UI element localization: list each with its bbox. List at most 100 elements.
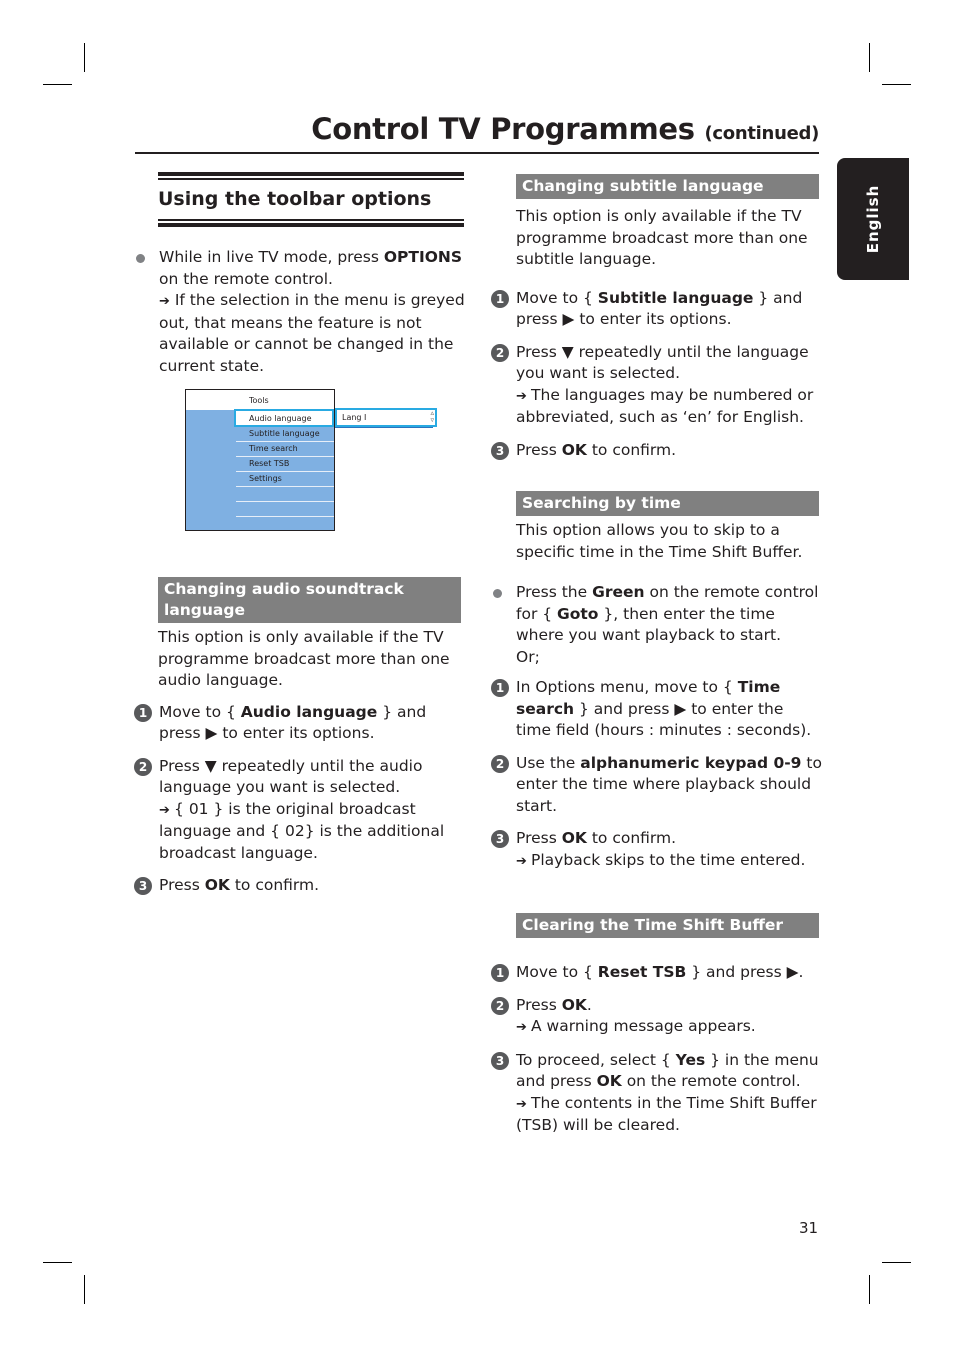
menu-item-settings[interactable]: Settings xyxy=(236,471,334,487)
audio-steps: 1 Move to { Audio language } and press ▶ … xyxy=(134,702,465,897)
step-bold-text: OK xyxy=(596,1072,622,1090)
step-text: to confirm. xyxy=(229,876,320,894)
step-text: Press ▼ repeatedly until the language yo… xyxy=(516,342,809,383)
bullet-icon xyxy=(493,589,502,598)
crop-mark xyxy=(869,1275,870,1304)
step-item: 1 Move to { Subtitle language } and press… xyxy=(491,288,822,331)
step-note: { 01 } is the original broadcast languag… xyxy=(159,799,445,862)
menu-item-label: Audio language xyxy=(249,414,312,423)
arrow-icon: ➔ xyxy=(516,1020,532,1035)
step-item: 1 In Options menu, move to { Time search … xyxy=(491,677,822,742)
audio-section: Changing audio soundtrack language This … xyxy=(158,577,461,692)
step-text: } and press ▶. xyxy=(686,963,804,981)
step-note: The languages may be numbered or abbrevi… xyxy=(516,385,814,427)
step-item: 2 Press ▼ repeatedly until the language y… xyxy=(491,342,822,429)
step-number-icon: 2 xyxy=(491,343,509,362)
menu-item-empty xyxy=(236,501,334,517)
menu-item-reset-tsb[interactable]: Reset TSB xyxy=(236,456,334,472)
step-note: The contents in the Time Shift Buffer (T… xyxy=(516,1093,817,1135)
language-tab: English xyxy=(837,158,909,280)
time-steps: 1 In Options menu, move to { Time search … xyxy=(491,677,822,872)
step-item: 1 Move to { Audio language } and press ▶ … xyxy=(134,702,465,745)
left-column: Using the toolbar options While in live … xyxy=(134,170,465,897)
step-note: Playback skips to the time entered. xyxy=(531,850,806,869)
menu-item-subtitle-language[interactable]: Subtitle language xyxy=(236,426,334,442)
step-text: Press xyxy=(516,995,562,1014)
crop-mark xyxy=(43,84,72,85)
step-text: To proceed, select { xyxy=(516,1050,676,1069)
step-bold-text: OK xyxy=(204,876,230,894)
clear-section: Clearing the Time Shift Buffer xyxy=(516,913,819,938)
subtitle-section: Changing subtitle language This option i… xyxy=(516,174,819,271)
step-item: 3 Press OK to confirm. xyxy=(134,875,465,897)
step-bold-text: Subtitle language xyxy=(597,288,754,307)
step-number-icon: 1 xyxy=(491,289,509,308)
step-text: Press xyxy=(159,876,205,894)
crop-mark xyxy=(43,1262,72,1263)
audio-heading: Changing audio soundtrack language xyxy=(158,577,461,623)
menu-item-empty xyxy=(236,486,334,502)
menu-item-label: Reset TSB xyxy=(249,459,290,468)
step-bold-text: OK xyxy=(561,829,587,847)
step-item: 1 Move to { Reset TSB } and press ▶. xyxy=(491,962,822,984)
step-item: 2 Use the alphanumeric keypad 0-9 to ente… xyxy=(491,753,822,818)
crop-mark xyxy=(882,84,911,85)
menu-title: Tools xyxy=(249,396,269,405)
menu-item-label: Time search xyxy=(249,444,298,453)
step-text: Press xyxy=(516,440,562,459)
step-number-icon: 2 xyxy=(491,754,509,773)
step-bold-text: alphanumeric keypad 0-9 xyxy=(580,753,802,772)
step-item: 2 Press OK. ➔ A warning message appears. xyxy=(491,995,822,1039)
menu-item-audio-language[interactable]: Audio language xyxy=(234,409,334,427)
arrow-icon: ➔ xyxy=(159,294,170,309)
step-text: on the remote control. xyxy=(621,1072,801,1090)
step-number-icon: 3 xyxy=(491,830,509,848)
step-text: Press xyxy=(516,829,562,847)
step-text: In Options menu, move to { xyxy=(516,678,738,696)
step-number-icon: 3 xyxy=(491,1051,509,1070)
step-text: Move to { xyxy=(159,702,241,721)
submenu-value: Lang I xyxy=(342,413,367,422)
arrow-icon: ➔ xyxy=(516,1096,532,1112)
step-number-icon: 2 xyxy=(134,757,152,776)
title-rule xyxy=(135,152,819,154)
subtitle-heading: Changing subtitle language xyxy=(516,174,819,199)
submenu-value-box[interactable]: Lang I ▵ ▿ xyxy=(335,408,437,427)
step-number-icon: 1 xyxy=(491,964,509,982)
step-item: 3 To proceed, select { Yes } in the menu … xyxy=(491,1050,822,1137)
step-text: . xyxy=(586,995,592,1014)
text: Press the xyxy=(516,583,593,601)
intro-bullet: While in live TV mode, press OPTIONS on … xyxy=(135,247,465,377)
green-key: Green xyxy=(592,583,645,601)
page-title: Control TV Programmes (continued) xyxy=(311,112,819,146)
options-key: OPTIONS xyxy=(383,248,463,266)
heading-rule xyxy=(158,223,464,227)
crop-mark xyxy=(869,43,870,72)
step-bold-text: Audio language xyxy=(240,702,378,721)
menu-item-label: Settings xyxy=(249,474,282,483)
menu-item-time-search[interactable]: Time search xyxy=(236,441,334,457)
spinner-up-down-icon[interactable]: ▵ ▿ xyxy=(430,410,434,424)
subtitle-intro: This option is only available if the TV … xyxy=(516,207,808,268)
page-title-suffix: (continued) xyxy=(704,123,820,144)
arrow-icon: ➔ xyxy=(159,802,175,818)
arrow-icon: ➔ xyxy=(516,388,532,404)
subtitle-steps: 1 Move to { Subtitle language } and press… xyxy=(491,288,822,462)
step-number-icon: 1 xyxy=(491,679,509,697)
page-title-text: Control TV Programmes xyxy=(311,112,695,146)
bullet-icon xyxy=(136,254,145,263)
time-intro: This option allows you to skip to a spec… xyxy=(516,521,803,561)
step-bold-text: Reset TSB xyxy=(597,963,687,981)
step-text: to confirm. xyxy=(586,829,677,847)
step-item: 2 Press ▼ repeatedly until the audio lang… xyxy=(134,756,465,865)
step-bold-text: OK xyxy=(561,440,587,459)
clear-steps: 1 Move to { Reset TSB } and press ▶. 2 Pres… xyxy=(491,962,822,1137)
step-text: Move to { xyxy=(516,963,598,981)
section-heading: Using the toolbar options xyxy=(158,172,464,227)
step-number-icon: 2 xyxy=(491,996,509,1015)
heading-rule xyxy=(158,219,464,221)
step-bold-text: OK xyxy=(561,995,587,1014)
step-bold-text: Yes xyxy=(675,1050,706,1069)
step-number-icon: 3 xyxy=(134,877,152,895)
crop-mark xyxy=(882,1262,911,1263)
